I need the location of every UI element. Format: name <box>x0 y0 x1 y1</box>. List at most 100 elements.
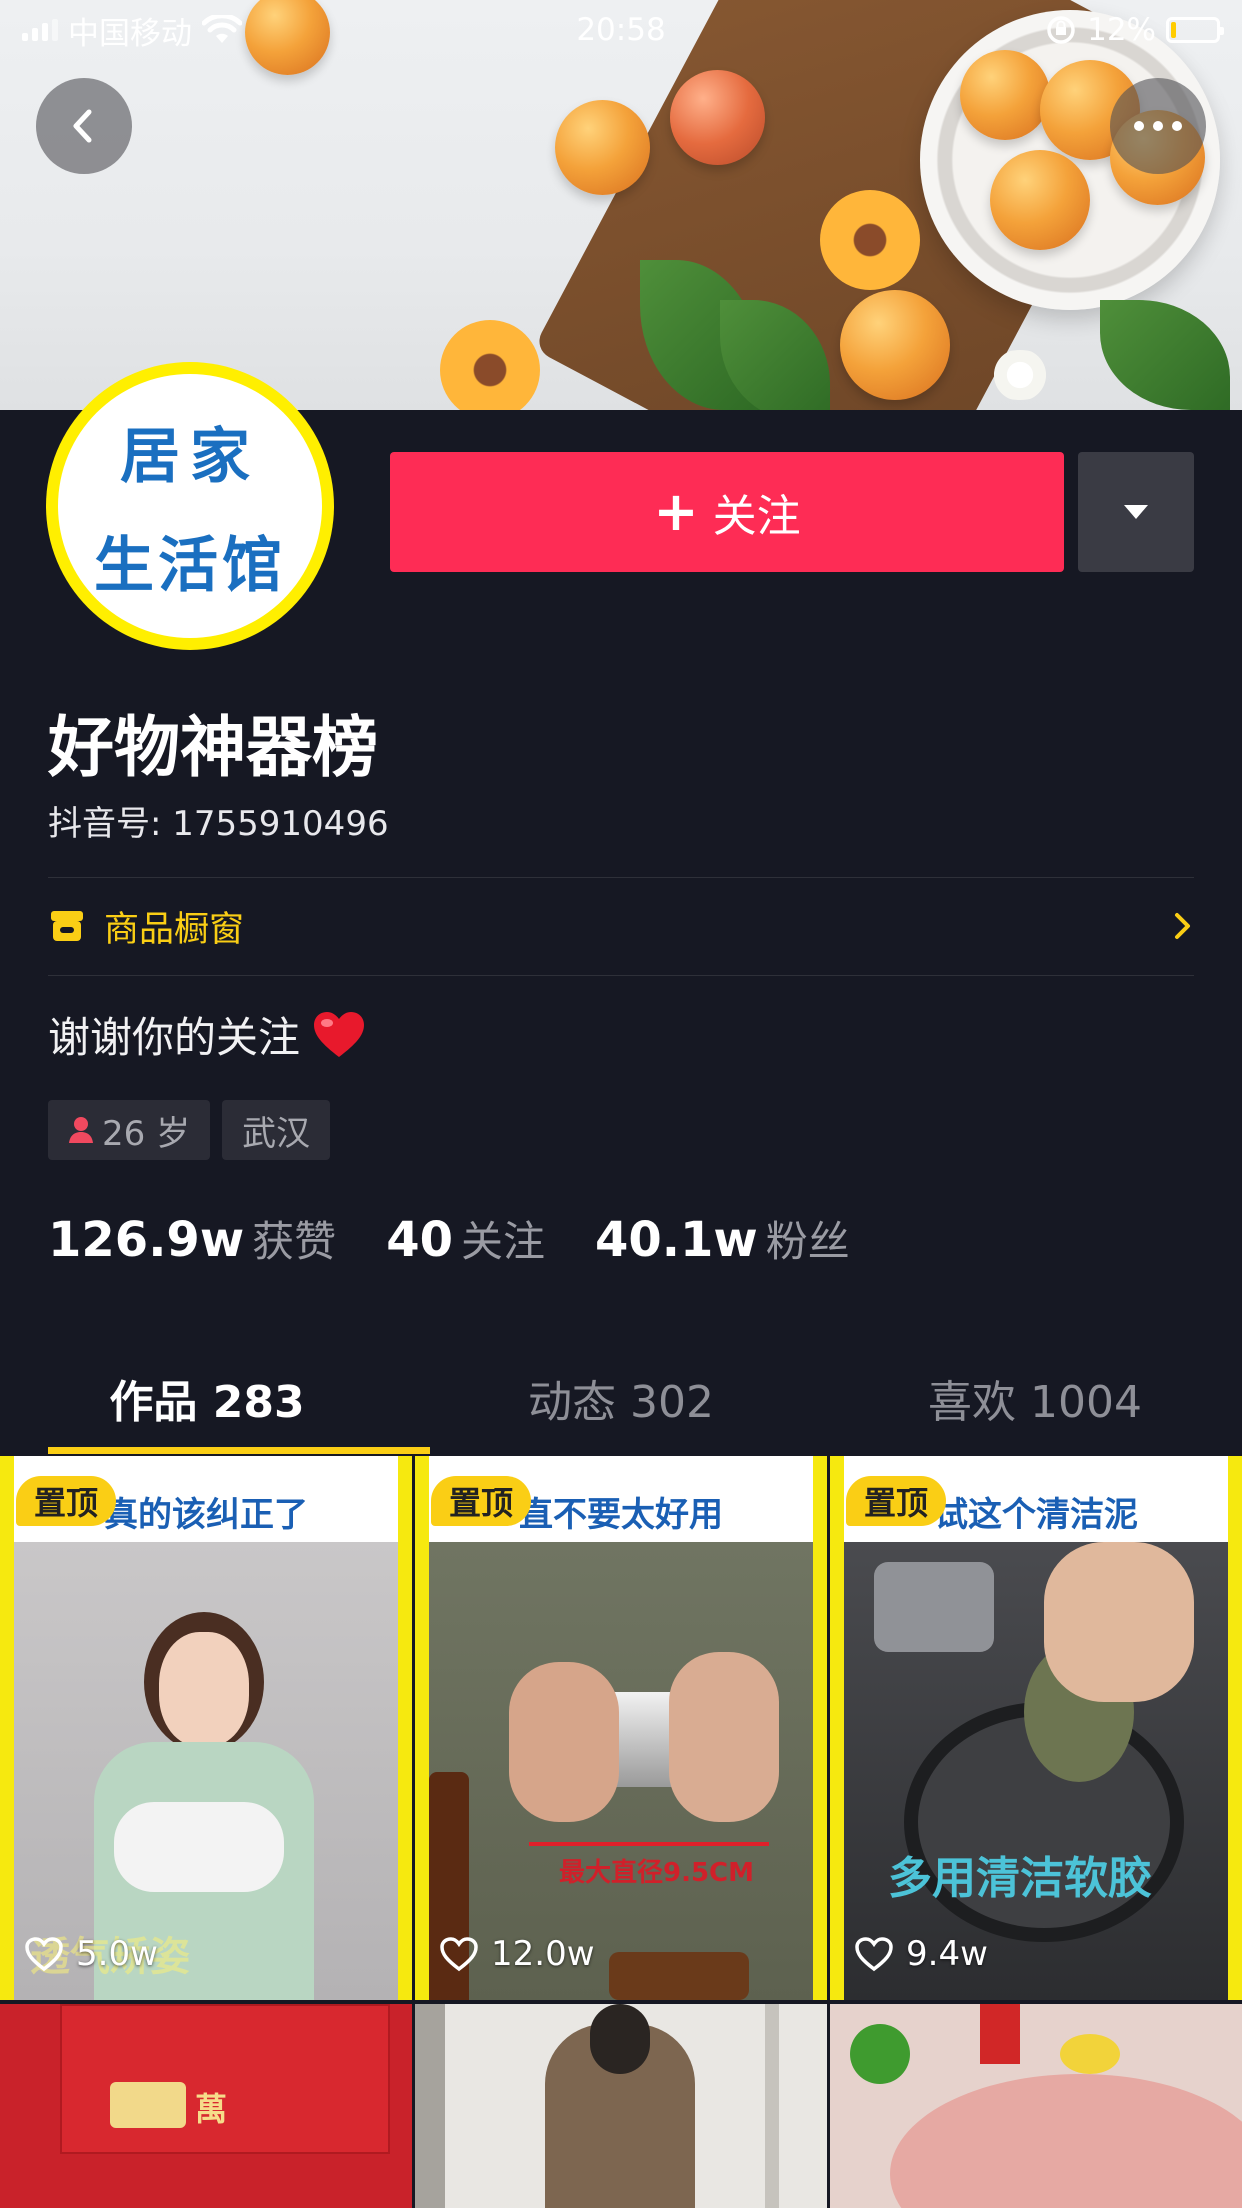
signal-icon <box>22 19 58 41</box>
battery-percent: 12% <box>1087 12 1156 48</box>
thumb-broccoli <box>850 2024 910 2084</box>
profile-name: 好物神器榜 <box>48 709 378 786</box>
pinned-badge: 置顶 <box>16 1476 117 1526</box>
cover-fruit <box>840 290 950 400</box>
heart-outline-icon <box>440 1937 478 1972</box>
thumb-arrow <box>529 1842 769 1846</box>
thumb-door <box>765 2004 779 2208</box>
profile-tags: 26 岁 武汉 <box>48 1100 331 1160</box>
fans-stat[interactable]: 40.1w 粉丝 <box>595 1208 850 1269</box>
thumb-hair <box>590 2004 650 2074</box>
bio: 谢谢你的关注 <box>48 1004 366 1065</box>
video-tile[interactable]: 试这个清洁泥 多用清洁软胶 置顶 9.4w <box>830 1456 1242 2000</box>
shop-window-row[interactable]: 商品橱窗 <box>48 878 1194 974</box>
thumb-jar <box>609 1952 749 2000</box>
avatar-image: 居家 生活馆 <box>58 374 322 638</box>
thumb-hand <box>1044 1542 1194 1702</box>
video-thumbnail: 最大直径9.5CM <box>429 1542 813 2000</box>
likes-count: 126.9w <box>48 1212 245 1268</box>
avatar-text-line1: 居家 <box>120 422 260 492</box>
likes-count: 9.4w <box>906 1934 988 1974</box>
thumb-hand <box>669 1652 779 1822</box>
thumb-hands <box>114 1802 284 1892</box>
follow-button[interactable]: + 关注 <box>390 452 1064 572</box>
cover-leaf <box>1100 300 1230 410</box>
pinned-badge: 置顶 <box>431 1476 532 1526</box>
more-dots-icon <box>1134 121 1182 131</box>
likes-count: 5.0w <box>76 1934 158 1974</box>
heart-outline-icon <box>855 1937 893 1972</box>
follow-label: 关注 <box>712 491 801 542</box>
likes-stat: 126.9w 获赞 <box>48 1208 336 1269</box>
heart-emoji-icon <box>314 1011 365 1057</box>
video-likes: 12.0w <box>439 1934 595 1974</box>
heart-outline-icon <box>25 1937 63 1972</box>
video-likes: 5.0w <box>24 1934 158 1974</box>
video-tile[interactable]: 直不要太好用 最大直径9.5CM 置顶 12.0w <box>415 1456 827 2000</box>
thumb-badge <box>110 2082 186 2128</box>
video-overlay-text: 多用清洁软胶 <box>888 1853 1152 1904</box>
chevron-right-icon <box>1175 913 1190 939</box>
tab-works[interactable]: 作品 283 <box>0 1340 414 1456</box>
cover-fruit-half <box>820 190 920 290</box>
profile-screen: 中国移动 20:58 12% 居家 生活馆 + 关注 好物神器榜 抖音号: 17… <box>0 0 1242 2208</box>
profile-stats: 126.9w 获赞 40 关注 40.1w 粉丝 <box>48 1208 850 1269</box>
female-user-icon <box>69 1117 93 1143</box>
cover-fruit-half <box>440 320 540 410</box>
cover-fruit <box>555 100 650 195</box>
cover-fruit <box>960 50 1050 140</box>
wifi-icon <box>202 15 242 43</box>
cover-fruit <box>990 150 1090 250</box>
video-tile[interactable]: 真的该纠正了 透气矫姿 置顶 5.0w <box>0 1456 412 2000</box>
plus-icon: + <box>653 480 699 543</box>
avatar[interactable]: 居家 生活馆 <box>46 362 334 650</box>
following-stat[interactable]: 40 关注 <box>386 1208 545 1269</box>
thumb-lemon <box>1060 2034 1120 2074</box>
video-overlay-text: 萬 <box>195 2090 228 2128</box>
city-tag: 武汉 <box>222 1100 331 1160</box>
douyin-id: 抖音号: 1755910496 <box>48 804 389 844</box>
video-overlay-text: 最大直径9.5CM <box>559 1858 755 1888</box>
following-label: 关注 <box>460 1217 545 1266</box>
recommend-dropdown-button[interactable] <box>1078 452 1194 572</box>
likes-label: 获赞 <box>252 1217 337 1266</box>
video-tile[interactable] <box>830 2004 1242 2208</box>
shop-icon <box>51 911 83 941</box>
tab-likes[interactable]: 喜欢 1004 <box>828 1340 1242 1456</box>
tile-frame <box>398 1456 412 2000</box>
carrier-label: 中国移动 <box>68 15 192 52</box>
more-options-button[interactable] <box>1110 78 1206 174</box>
shop-window-label: 商品橱窗 <box>104 909 245 950</box>
cover-fruit <box>670 70 765 165</box>
tab-indicator <box>48 1447 430 1454</box>
battery-fill <box>1171 22 1176 38</box>
age-label: 26 岁 <box>102 1113 191 1154</box>
tile-frame <box>415 1456 429 2000</box>
video-likes: 9.4w <box>854 1934 988 1974</box>
thumb-hand <box>509 1662 619 1822</box>
following-count: 40 <box>386 1212 453 1268</box>
tab-moments[interactable]: 动态 302 <box>414 1340 828 1456</box>
divider <box>48 975 1194 976</box>
thumb-face <box>159 1632 249 1747</box>
chevron-left-icon <box>73 109 92 143</box>
likes-count: 12.0w <box>491 1934 595 1974</box>
thumb-strainer <box>890 2074 1242 2208</box>
avatar-text-line2: 生活馆 <box>94 531 286 601</box>
tile-frame <box>0 1456 14 2000</box>
back-button[interactable] <box>36 78 132 174</box>
bio-text: 谢谢你的关注 <box>48 1013 301 1062</box>
fans-label: 粉丝 <box>765 1217 850 1266</box>
video-tile[interactable]: 萬 <box>0 2004 412 2208</box>
video-thumbnail <box>415 2004 445 2208</box>
rotation-lock-icon <box>1047 16 1075 44</box>
video-thumbnail: 多用清洁软胶 <box>844 1542 1228 2000</box>
battery-icon <box>1166 17 1224 43</box>
cover-flower <box>985 350 1055 400</box>
tile-frame <box>1228 1456 1242 2000</box>
video-thumbnail <box>60 2004 390 2154</box>
video-tile[interactable] <box>415 2004 827 2208</box>
tile-frame <box>813 1456 827 2000</box>
pinned-badge: 置顶 <box>846 1476 947 1526</box>
fans-count: 40.1w <box>595 1212 758 1268</box>
